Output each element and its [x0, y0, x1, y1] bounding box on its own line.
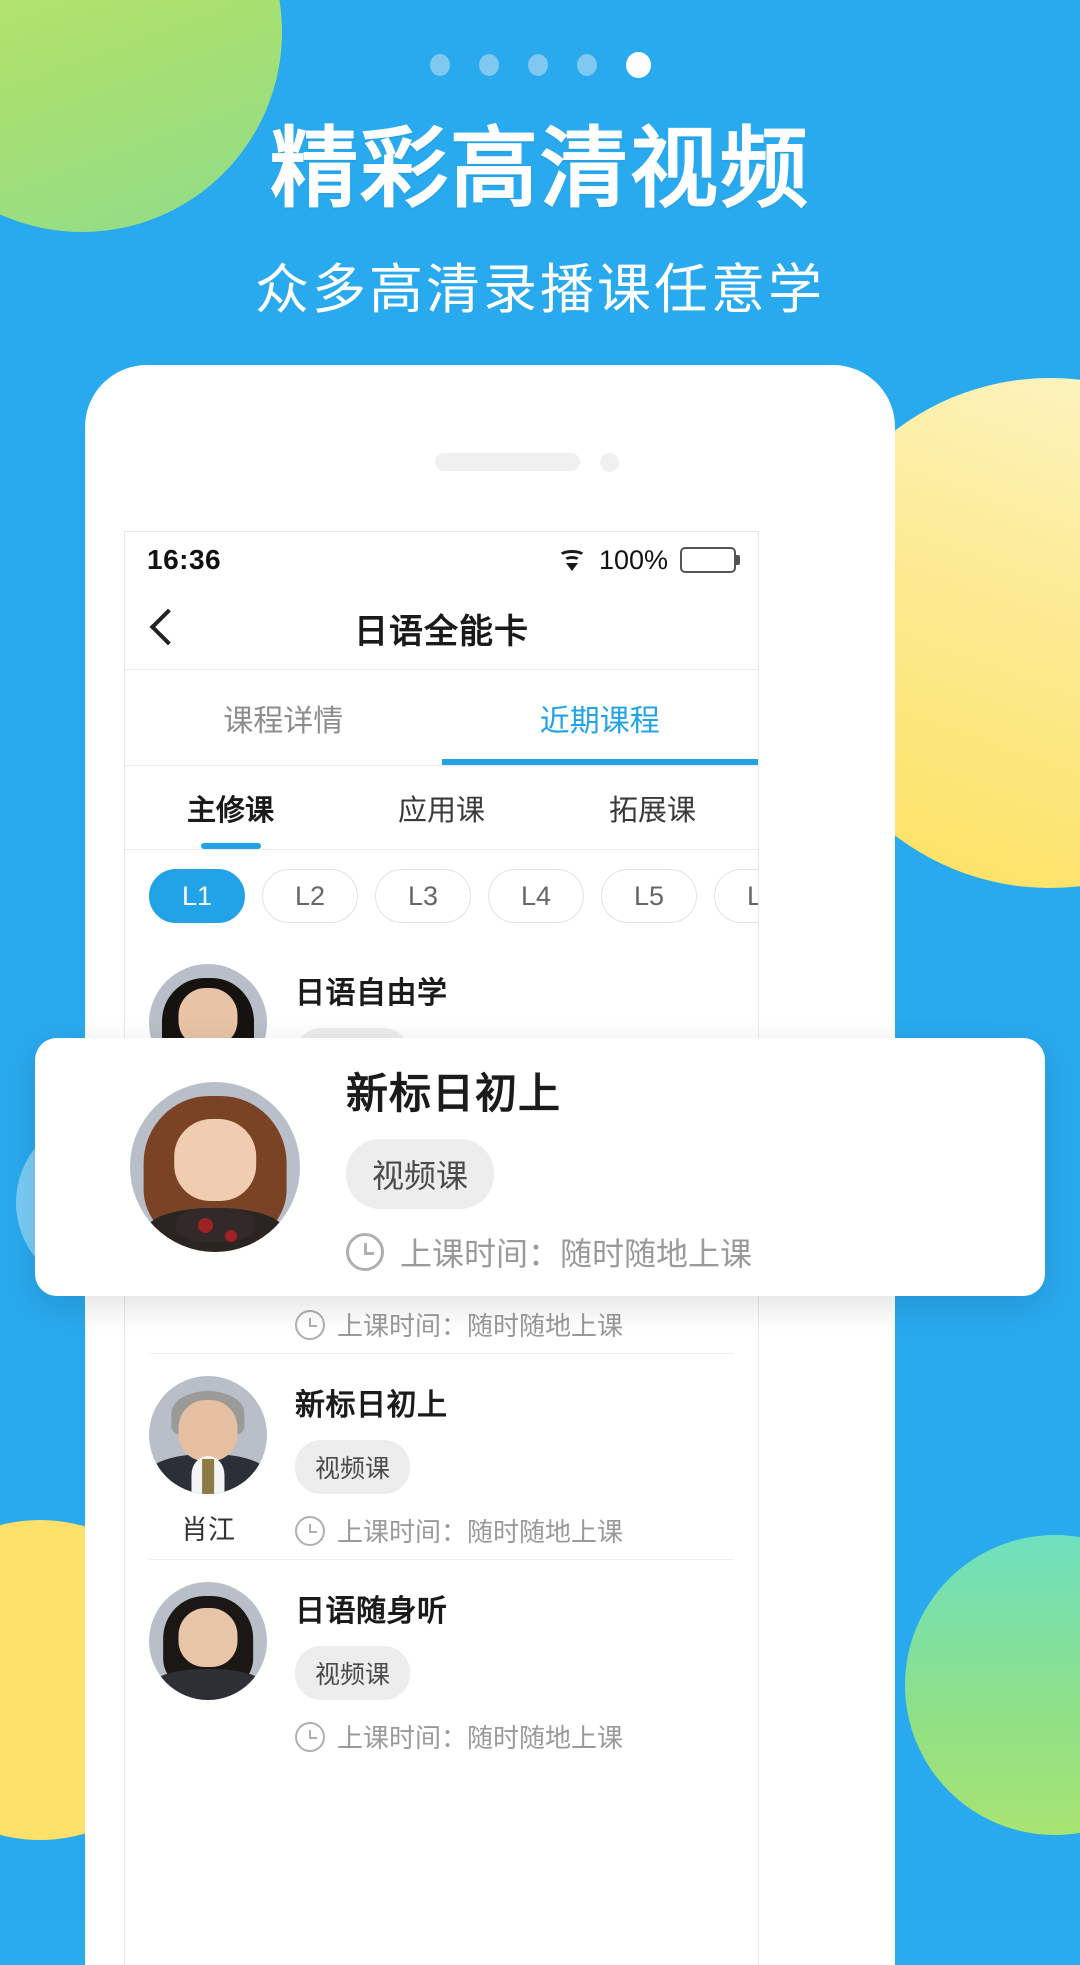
clock-icon — [295, 1515, 325, 1546]
level-filter-row[interactable]: L1 L2 L3 L4 L5 L6 L7 — [125, 850, 758, 942]
battery-percent-label: 100% — [598, 544, 668, 575]
highlight-course-time-label: 上课时间：随时随地上课 — [400, 1235, 753, 1272]
tab-applied-course[interactable]: 应用课 — [336, 766, 547, 849]
course-time-row: 上课时间：随时随地上课 — [295, 1718, 623, 1755]
tab-recent-courses[interactable]: 近期课程 — [441, 670, 759, 765]
teacher-avatar — [149, 1376, 267, 1494]
status-indicators: 100% — [557, 544, 740, 576]
nav-bar: 日语全能卡 — [125, 588, 758, 670]
course-list-item[interactable]: 日语随身听 视频课 上课时间：随时随地上课 — [125, 1560, 758, 1765]
clock-icon — [295, 1309, 325, 1340]
phone-camera-icon — [600, 453, 619, 472]
course-title: 新标日初上 — [295, 1389, 448, 1422]
clock-icon — [295, 1721, 325, 1752]
level-pill-l6[interactable]: L6 — [714, 869, 758, 923]
level-pill-l5[interactable]: L5 — [601, 869, 697, 923]
battery-full-icon — [680, 547, 740, 573]
course-info: 日语随身听 视频课 上课时间：随时随地上课 — [267, 1582, 623, 1755]
phone-speaker — [435, 453, 580, 471]
course-time-row: 上课时间：随时随地上课 — [295, 1512, 623, 1549]
highlight-course-info: 新标日初上 视频课 上课时间：随时随地上课 — [300, 1060, 752, 1275]
course-type-badge: 视频课 — [295, 1646, 411, 1700]
status-bar: 16:36 100% — [125, 532, 758, 588]
tab-course-detail[interactable]: 课程详情 — [125, 670, 442, 765]
highlight-course-time-row: 上课时间：随时随地上课 — [346, 1229, 752, 1275]
carousel-dot-5[interactable] — [625, 52, 651, 78]
carousel-dot-3[interactable] — [527, 54, 548, 76]
wifi-icon — [557, 549, 587, 571]
promo-headline: 精彩高清视频 — [269, 119, 810, 218]
tab-major-course[interactable]: 主修课 — [125, 766, 336, 849]
highlight-teacher-avatar — [130, 1082, 300, 1252]
page-title: 日语全能卡 — [354, 613, 529, 651]
course-time-label: 上课时间：随时随地上课 — [337, 1311, 624, 1341]
decor-green-circle-bottom-right — [905, 1535, 1080, 1835]
carousel-dot-4[interactable] — [576, 54, 597, 76]
secondary-tab-bar[interactable]: 主修课 应用课 拓展课 — [125, 766, 758, 850]
carousel-dots[interactable] — [0, 52, 1080, 78]
level-pill-l3[interactable]: L3 — [375, 869, 471, 923]
course-title: 日语自由学 — [295, 977, 448, 1010]
carousel-dot-1[interactable] — [429, 54, 450, 76]
course-title: 日语随身听 — [295, 1595, 448, 1628]
primary-tab-bar[interactable]: 课程详情 近期课程 — [125, 670, 758, 766]
promo-subheadline: 众多高清录播课任意学 — [255, 260, 825, 320]
teacher-name: 肖江 — [181, 1515, 235, 1545]
highlight-course-title: 新标日初上 — [346, 1069, 562, 1117]
course-time-label: 上课时间：随时随地上课 — [337, 1723, 624, 1753]
level-pill-l1[interactable]: L1 — [149, 869, 245, 923]
teacher-avatar — [149, 1582, 267, 1700]
carousel-dot-2[interactable] — [478, 54, 499, 76]
chevron-left-icon[interactable] — [149, 606, 179, 652]
highlight-course-type-badge: 视频课 — [346, 1138, 495, 1209]
course-list-item[interactable]: 肖江 新标日初上 视频课 上课时间：随时随地上课 — [125, 1354, 758, 1559]
tab-extended-course[interactable]: 拓展课 — [547, 766, 758, 849]
level-pill-l2[interactable]: L2 — [262, 869, 358, 923]
course-type-badge: 视频课 — [295, 1440, 411, 1494]
course-time-label: 上课时间：随时随地上课 — [337, 1517, 624, 1547]
level-pill-l4[interactable]: L4 — [488, 869, 584, 923]
highlight-course-card[interactable]: 新标日初上 视频课 上课时间：随时随地上课 — [35, 1038, 1045, 1296]
clock-icon — [346, 1232, 384, 1271]
status-time: 16:36 — [147, 544, 222, 575]
course-info: 新标日初上 视频课 上课时间：随时随地上课 — [267, 1376, 623, 1549]
course-time-row: 上课时间：随时随地上课 — [295, 1306, 623, 1343]
